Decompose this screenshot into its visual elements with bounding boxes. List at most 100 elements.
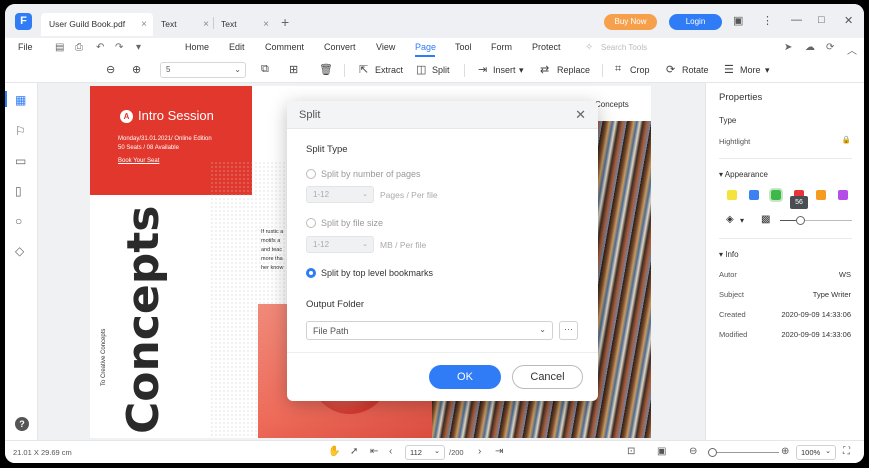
close-tab-icon[interactable]: ×	[203, 19, 209, 30]
opacity-slider-handle[interactable]	[796, 216, 805, 225]
split-by-bookmarks-label[interactable]: Split by top level bookmarks	[321, 268, 433, 278]
crop-icon[interactable]: ⌗	[615, 63, 621, 76]
page-number-input[interactable]: 112 ⌄	[405, 445, 445, 460]
save-icon[interactable]: ▤	[55, 42, 64, 53]
fill-dropdown-icon[interactable]: ▾	[740, 216, 744, 225]
color-swatch-yellow[interactable]	[727, 190, 737, 200]
more-dropdown-icon[interactable]: ▾	[765, 65, 770, 76]
zoom-slider-track[interactable]	[717, 452, 779, 453]
print-icon[interactable]: ⎙	[75, 42, 83, 53]
rotate-button[interactable]: Rotate	[682, 65, 709, 75]
rotate-icon[interactable]: ⟳	[666, 63, 675, 76]
add-tab-icon[interactable]: +	[281, 14, 289, 30]
login-button[interactable]: Login	[669, 14, 722, 30]
split-by-size-label[interactable]: Split by file size	[321, 218, 383, 228]
search-icon[interactable]: ○	[15, 214, 22, 228]
cancel-button[interactable]: Cancel	[512, 365, 583, 389]
tab-text-2[interactable]: Text ×	[213, 13, 275, 36]
color-swatch-blue[interactable]	[749, 190, 759, 200]
radio-split-by-bookmarks[interactable]	[306, 268, 316, 278]
menu-file[interactable]: File	[18, 42, 33, 52]
undo-icon[interactable]: ↶	[96, 42, 104, 53]
split-icon[interactable]: ◫	[416, 63, 426, 76]
tab-text-1[interactable]: Text ×	[153, 13, 215, 36]
layers-icon[interactable]: ◇	[15, 244, 24, 258]
menu-tool[interactable]: Tool	[455, 42, 472, 52]
next-page-icon[interactable]: ›	[478, 446, 481, 457]
zoom-select[interactable]: 5 ⌄	[160, 62, 246, 78]
crop-button[interactable]: Crop	[630, 65, 650, 75]
cloud-upload-icon[interactable]: ☁	[805, 42, 815, 53]
attachment-icon[interactable]: ▯	[15, 184, 22, 198]
minimize-icon[interactable]: —	[791, 14, 802, 26]
zoom-in-icon[interactable]: ⊕	[132, 63, 141, 76]
menu-edit[interactable]: Edit	[229, 42, 245, 52]
delete-page-icon[interactable]: 🗑	[319, 63, 333, 76]
more-icon[interactable]: ☰	[724, 63, 734, 76]
menu-comment[interactable]: Comment	[265, 42, 304, 52]
menu-home[interactable]: Home	[185, 42, 209, 52]
split-button[interactable]: Split	[432, 65, 450, 75]
search-tools-input[interactable]: Search Tools	[601, 43, 647, 52]
insert-dropdown-icon[interactable]: ▾	[519, 65, 524, 76]
select-tool-icon[interactable]: ➚	[350, 446, 358, 457]
replace-button[interactable]: Replace	[557, 65, 590, 75]
tab-user-guild-book[interactable]: User Guild Book.pdf ×	[41, 13, 153, 36]
menu-protect[interactable]: Protect	[532, 42, 561, 52]
overflow-menu-icon[interactable]: ⋮	[762, 14, 773, 27]
zoom-out-icon[interactable]: ⊖	[106, 63, 115, 76]
last-page-icon[interactable]: ⇥	[495, 446, 503, 457]
comment-icon[interactable]: ▭	[15, 154, 26, 168]
page-layout-icon[interactable]: ⧉	[261, 63, 269, 76]
extract-button[interactable]: Extract	[375, 65, 403, 75]
first-page-icon[interactable]: ⇤	[370, 446, 378, 457]
extract-icon[interactable]: ⇱	[359, 63, 368, 76]
menu-form[interactable]: Form	[491, 42, 512, 52]
fill-color-icon[interactable]: ◈	[726, 214, 734, 225]
pages-range-select[interactable]: 1-12 ⌄	[306, 186, 374, 203]
bookmark-icon[interactable]: ⚐	[15, 124, 26, 138]
collapse-ribbon-icon[interactable]: ︿	[847, 42, 857, 57]
color-swatch-purple[interactable]	[838, 190, 848, 200]
zoom-level-select[interactable]: 100% ⌄	[796, 445, 836, 460]
more-button[interactable]: More	[740, 65, 761, 75]
zoom-slider-handle[interactable]	[708, 448, 717, 457]
buy-now-button[interactable]: Buy Now	[604, 14, 657, 30]
insert-button[interactable]: Insert	[493, 65, 516, 75]
replace-icon[interactable]: ⇄	[540, 63, 549, 76]
radio-split-by-size[interactable]	[306, 218, 316, 228]
sync-icon[interactable]: ⟳	[826, 42, 834, 53]
menu-view[interactable]: View	[376, 42, 395, 52]
menu-page[interactable]: Page	[415, 42, 436, 52]
color-swatch-orange[interactable]	[816, 190, 826, 200]
split-by-pages-label[interactable]: Split by number of pages	[321, 169, 421, 179]
zoom-out-icon[interactable]: ⊖	[689, 446, 697, 457]
quick-access-icon[interactable]: ▾	[136, 42, 141, 53]
previous-page-icon[interactable]: ‹	[389, 446, 392, 457]
insert-page-icon[interactable]: ⊞	[289, 63, 298, 76]
fit-page-icon[interactable]: ⊡	[627, 446, 635, 457]
menu-convert[interactable]: Convert	[324, 42, 356, 52]
close-tab-icon[interactable]: ×	[263, 19, 269, 30]
send-icon[interactable]: ➤	[784, 42, 792, 53]
close-icon[interactable]: ✕	[575, 107, 586, 123]
redo-icon[interactable]: ↷	[115, 42, 123, 53]
output-path-select[interactable]: File Path ⌄	[306, 321, 553, 340]
browse-folder-button[interactable]: ···	[559, 321, 578, 340]
view-mode-icon[interactable]: ▣	[657, 446, 666, 457]
size-range-select[interactable]: 1-12 ⌄	[306, 236, 374, 253]
maximize-icon[interactable]: □	[818, 14, 825, 26]
close-tab-icon[interactable]: ×	[141, 19, 147, 30]
close-window-icon[interactable]: ✕	[844, 14, 853, 27]
zoom-in-icon[interactable]: ⊕	[781, 446, 789, 457]
fullscreen-icon[interactable]: ⛶	[843, 446, 850, 457]
lock-icon[interactable]: 🔒	[842, 135, 851, 144]
color-swatch-green[interactable]	[769, 188, 783, 202]
ok-button[interactable]: OK	[429, 365, 501, 389]
radio-split-by-pages[interactable]	[306, 169, 316, 179]
notification-icon[interactable]: ▣	[733, 14, 743, 27]
insert-icon[interactable]: ⇥	[478, 63, 487, 76]
hand-tool-icon[interactable]: ✋	[328, 446, 340, 457]
thumbnails-icon[interactable]: ▦	[15, 93, 26, 107]
help-icon[interactable]: ?	[15, 417, 29, 431]
